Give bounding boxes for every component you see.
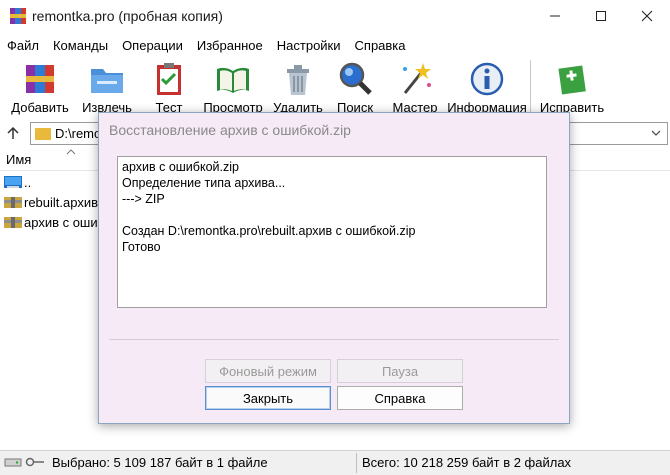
wizard-wand-icon xyxy=(403,63,431,94)
menu-help[interactable]: Справка xyxy=(348,38,413,53)
file-name: архив с оши xyxy=(24,214,98,230)
drive-icon xyxy=(4,458,22,467)
background-button[interactable]: Фоновый режим xyxy=(205,359,331,383)
wizard-button[interactable]: Мастер xyxy=(386,56,444,116)
view-book-icon xyxy=(217,67,249,93)
status-separator xyxy=(356,453,357,473)
dialog-title-bar[interactable]: Восстановление архив с ошибкой.zip xyxy=(99,113,569,147)
repair-log: архив с ошибкой.zip Определение типа арх… xyxy=(117,156,547,308)
parent-folder-icon xyxy=(4,176,22,188)
minimize-button[interactable] xyxy=(532,0,578,32)
help-button[interactable]: Справка xyxy=(337,386,463,410)
close-icon xyxy=(641,10,653,22)
extract-button[interactable]: Извлечь xyxy=(74,56,140,116)
key-icon xyxy=(25,457,44,467)
log-line: Определение типа архива... xyxy=(122,176,286,190)
menu-settings[interactable]: Настройки xyxy=(270,38,348,53)
arrow-up-icon xyxy=(7,126,19,139)
add-archive-icon xyxy=(26,65,54,93)
column-name-label: Имя xyxy=(6,151,32,167)
menu-favorites[interactable]: Избранное xyxy=(190,38,270,53)
pause-button[interactable]: Пауза xyxy=(337,359,463,383)
log-line: архив с ошибкой.zip xyxy=(122,160,239,174)
maximize-button[interactable] xyxy=(578,0,624,32)
main-window: remontka.pro (пробная копия) Файл Команд… xyxy=(0,0,670,475)
minimize-icon xyxy=(550,15,560,17)
delete-button[interactable]: Удалить xyxy=(268,56,328,116)
menu-operations[interactable]: Операции xyxy=(115,38,190,53)
winrar-app-icon xyxy=(10,8,26,24)
archive-file-icon xyxy=(4,217,22,228)
menu-bar: Файл Команды Операции Избранное Настройк… xyxy=(0,34,413,56)
add-button-label: Добавить xyxy=(11,100,69,115)
toolbar: Добавить Извлечь Тест Просмотр Удалить П… xyxy=(0,56,670,116)
trash-icon xyxy=(287,65,309,95)
window-title: remontka.pro (пробная копия) xyxy=(32,8,223,24)
status-bar: Выбрано: 5 109 187 байт в 1 файле Всего:… xyxy=(0,450,670,475)
status-selected: Выбрано: 5 109 187 байт в 1 файле xyxy=(52,455,268,470)
file-row-rebuilt[interactable]: rebuilt.архив xyxy=(0,192,98,212)
find-button[interactable]: Поиск xyxy=(328,56,382,116)
test-button[interactable]: Тест xyxy=(140,56,198,116)
log-line: Готово xyxy=(122,240,161,254)
menu-commands[interactable]: Команды xyxy=(46,38,115,53)
menu-file[interactable]: Файл xyxy=(0,38,46,53)
chevron-down-icon[interactable] xyxy=(651,128,661,138)
file-name: .. xyxy=(24,174,32,190)
folder-icon xyxy=(35,127,51,140)
view-button[interactable]: Просмотр xyxy=(198,56,268,116)
up-button[interactable] xyxy=(0,126,26,140)
repair-kit-icon xyxy=(558,65,586,95)
file-row-parent[interactable]: .. xyxy=(0,172,31,192)
close-dialog-button[interactable]: Закрыть xyxy=(205,386,331,410)
log-line: Создан D:\remontka.pro\rebuilt.архив с о… xyxy=(122,224,416,238)
title-bar: remontka.pro (пробная копия) xyxy=(0,0,670,32)
test-clipboard-icon xyxy=(157,63,181,95)
dialog-title: Восстановление архив с ошибкой.zip xyxy=(109,122,351,138)
dialog-separator xyxy=(109,339,559,340)
info-button[interactable]: Информация xyxy=(446,56,528,116)
status-total: Всего: 10 218 259 байт в 2 файлах xyxy=(362,455,572,470)
info-icon xyxy=(470,62,504,96)
magnifier-icon xyxy=(339,62,372,95)
toolbar-separator xyxy=(530,60,531,112)
repair-button[interactable]: Исправить xyxy=(536,56,608,116)
archive-file-icon xyxy=(4,197,22,208)
extract-folder-icon xyxy=(91,69,123,93)
repair-dialog: Восстановление архив с ошибкой.zip архив… xyxy=(98,112,570,424)
path-text: D:\remo xyxy=(55,126,102,141)
sort-chevron-icon xyxy=(66,149,76,155)
add-button[interactable]: Добавить xyxy=(6,56,74,116)
close-button[interactable] xyxy=(624,0,670,32)
file-row-damaged[interactable]: архив с оши xyxy=(0,212,98,232)
log-line: ---> ZIP xyxy=(122,192,165,206)
file-name: rebuilt.архив xyxy=(24,194,99,210)
maximize-icon xyxy=(596,11,606,21)
